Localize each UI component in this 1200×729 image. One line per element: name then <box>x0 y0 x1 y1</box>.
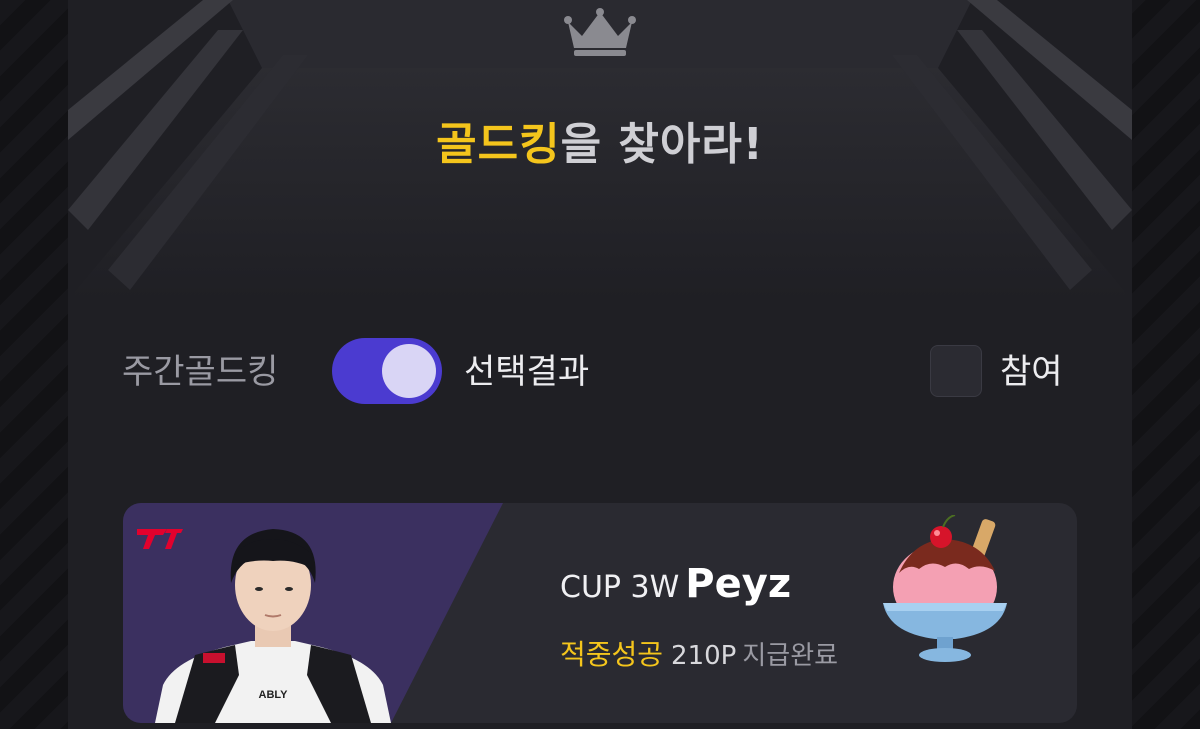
filter-controls: 주간골드킹 선택결과 참여 <box>122 338 1078 406</box>
participate-label[interactable]: 참여 <box>1000 352 1063 392</box>
payout-status: 지급완료 <box>742 641 839 671</box>
participate-checkbox[interactable] <box>930 345 982 397</box>
title-rest: 을 찾아라! <box>560 119 764 170</box>
title-accent: 골드킹 <box>436 119 561 170</box>
page-title: 골드킹을 찾아라! <box>68 108 1132 172</box>
cup-week-label: CUP 3W <box>560 570 680 605</box>
view-toggle-switch[interactable] <box>332 338 442 404</box>
jersey-sponsor-text: ABLY <box>259 689 289 701</box>
prediction-success-badge: 적중성공 <box>560 638 664 671</box>
app-background: 골드킹을 찾아라! 주간골드킹 선택결과 참여 ABLY CUP 3W Peyz… <box>0 0 1200 729</box>
match-info: CUP 3W Peyz <box>560 561 791 607</box>
crown-icon <box>564 8 636 56</box>
points-value: 210P <box>671 641 737 671</box>
result-card[interactable]: ABLY CUP 3W Peyz 적중성공 210P 지급완료 <box>123 503 1077 723</box>
weekly-goldking-label[interactable]: 주간골드킹 <box>122 352 278 392</box>
goldking-panel: 골드킹을 찾아라! 주간골드킹 선택결과 참여 ABLY CUP 3W Peyz… <box>68 0 1132 729</box>
toggle-knob <box>382 344 436 398</box>
prediction-status: 적중성공 210P 지급완료 <box>560 633 838 673</box>
selection-result-label[interactable]: 선택결과 <box>464 352 589 392</box>
player-photo: ABLY <box>155 529 391 723</box>
ice-cream-icon <box>883 515 1007 662</box>
player-name: Peyz <box>685 561 792 607</box>
